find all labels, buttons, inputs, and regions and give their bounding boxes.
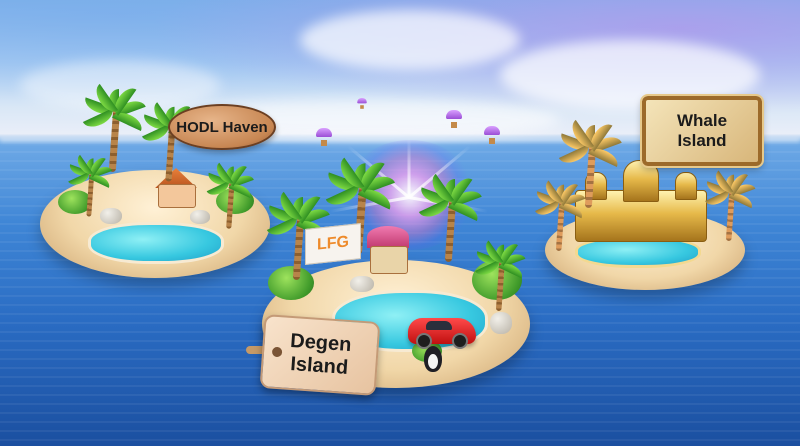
sign-hodl-haven-label: HODL Haven xyxy=(176,118,268,136)
golden-palace-tower xyxy=(675,172,697,200)
game-scene: HODL Haven Whale Island LFG Degen Island xyxy=(0,0,800,446)
burst-ray xyxy=(407,137,411,198)
sign-whale-island[interactable]: Whale Island xyxy=(640,94,764,168)
cloud xyxy=(300,10,520,70)
rock xyxy=(490,312,512,334)
sign-whale-line2: Island xyxy=(677,131,727,150)
airdrop-parachute-icon[interactable] xyxy=(357,98,367,110)
sign-degen-line1: Degen xyxy=(289,329,353,357)
lfg-banner-label: LFG xyxy=(317,233,349,254)
airdrop-parachute-icon[interactable] xyxy=(316,128,332,148)
rock xyxy=(350,276,374,292)
palm-tree-icon xyxy=(418,172,482,263)
airdrop-parachute-icon[interactable] xyxy=(484,126,500,146)
sign-degen-island[interactable]: Degen Island xyxy=(259,314,381,396)
lfg-banner: LFG xyxy=(305,223,361,265)
penguin-icon[interactable] xyxy=(424,346,442,372)
palm-tree-icon xyxy=(206,161,254,229)
airdrop-parachute-icon[interactable] xyxy=(446,110,462,130)
red-sports-car-icon[interactable] xyxy=(408,318,476,349)
golden-palace-dome xyxy=(623,160,659,202)
sign-whale-line1: Whale xyxy=(676,111,728,130)
golden-palm-tree-icon xyxy=(534,179,586,252)
palm-tree-icon xyxy=(67,154,113,217)
sign-hodl-haven[interactable]: HODL Haven xyxy=(168,104,276,150)
pool xyxy=(88,222,224,264)
palm-tree-icon xyxy=(474,239,526,312)
golden-palm-tree-icon xyxy=(704,169,756,242)
sign-degen-line2: Island xyxy=(289,352,349,379)
